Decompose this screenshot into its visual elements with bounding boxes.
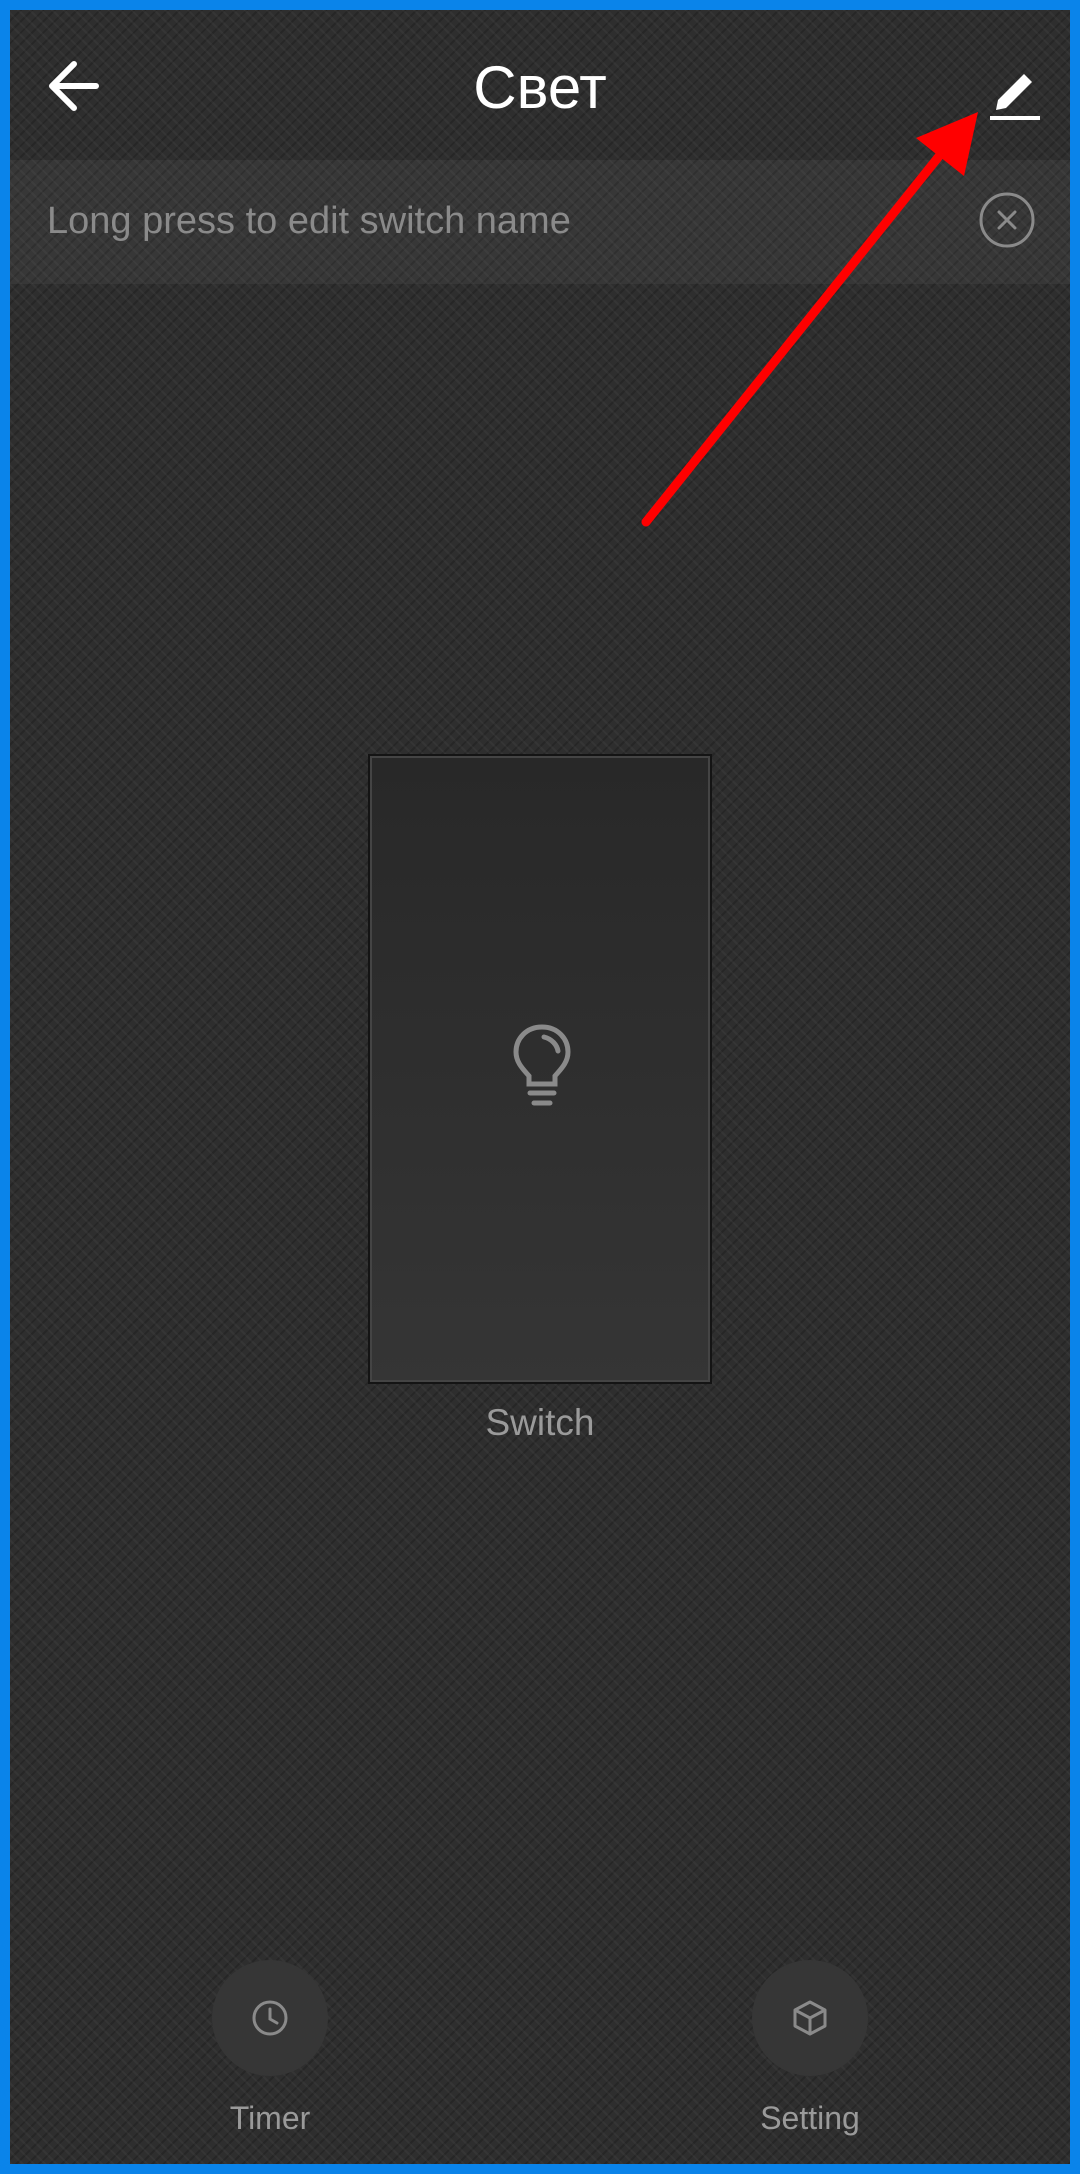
device-screen: Свет Long press to edit switch name Swit…	[10, 10, 1070, 2164]
timer-label: Timer	[229, 2100, 311, 2136]
close-circle-icon	[979, 192, 1035, 248]
edit-button[interactable]	[980, 58, 1050, 128]
cube-icon	[793, 2000, 827, 2036]
hint-banner: Long press to edit switch name	[10, 160, 1070, 284]
dismiss-hint-button[interactable]	[977, 190, 1037, 250]
clock-icon	[252, 2000, 288, 2036]
switch-label: Switch	[485, 1402, 595, 1443]
light-switch-button[interactable]	[368, 754, 712, 1384]
setting-button[interactable]: Setting	[720, 1960, 900, 2137]
timer-circle	[212, 1960, 328, 2076]
setting-label: Setting	[760, 2100, 860, 2136]
timer-button[interactable]: Timer	[180, 1960, 360, 2137]
hint-text: Long press to edit switch name	[47, 200, 571, 242]
page-title: Свет	[473, 54, 607, 121]
setting-circle	[752, 1960, 868, 2076]
pencil-icon	[990, 74, 1040, 120]
light-bulb-icon	[513, 1024, 571, 1106]
top-bar: Свет	[10, 10, 1070, 158]
